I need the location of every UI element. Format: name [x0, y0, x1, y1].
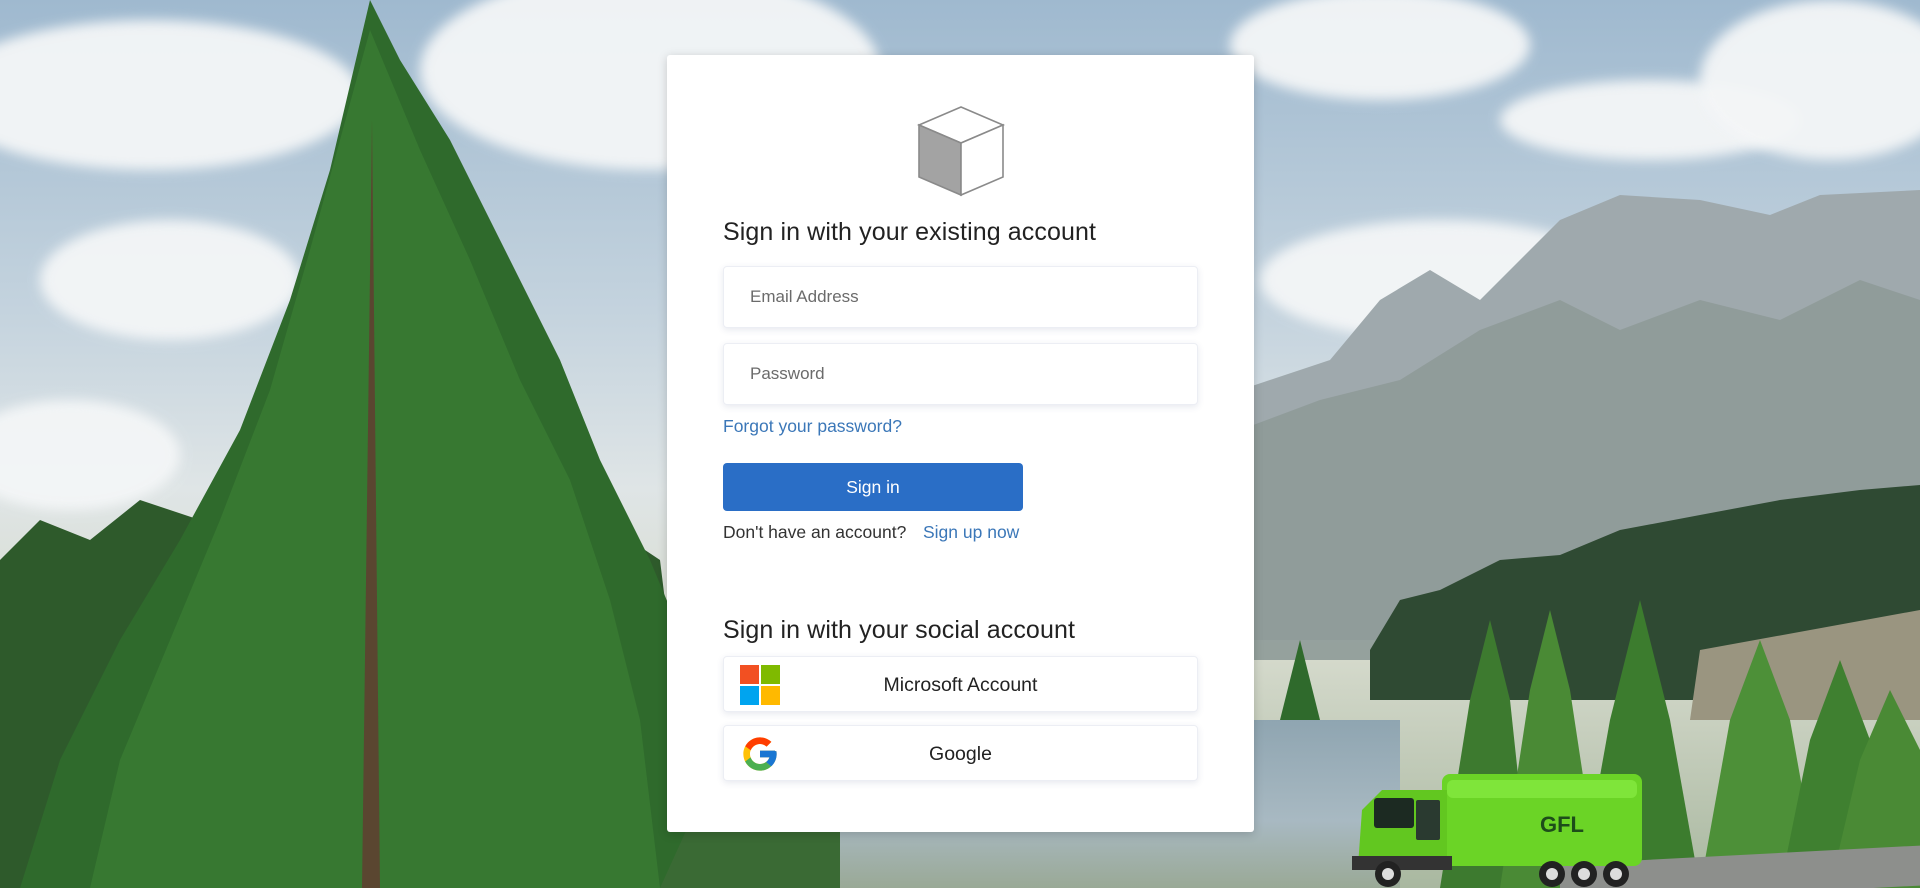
- microsoft-account-label: Microsoft Account: [883, 674, 1038, 696]
- signin-button[interactable]: Sign in: [723, 463, 1023, 511]
- microsoft-account-button[interactable]: Microsoft Account: [723, 656, 1198, 712]
- signup-link[interactable]: Sign up now: [923, 522, 1019, 543]
- forgot-password-link[interactable]: Forgot your password?: [723, 416, 902, 437]
- google-button[interactable]: Google: [723, 725, 1198, 781]
- existing-account-heading: Sign in with your existing account: [723, 218, 1097, 246]
- email-field[interactable]: [723, 266, 1198, 328]
- no-account-text: Don't have an account?: [723, 522, 907, 542]
- garbage-truck-illustration: GFL: [1352, 774, 1642, 887]
- google-label: Google: [929, 743, 992, 765]
- social-account-heading: Sign in with your social account: [723, 616, 1075, 644]
- cube-icon: [916, 106, 1006, 197]
- truck-logo: GFL: [1540, 812, 1584, 837]
- signin-card: Sign in with your existing account Forgo…: [667, 55, 1254, 832]
- password-field[interactable]: [723, 343, 1198, 405]
